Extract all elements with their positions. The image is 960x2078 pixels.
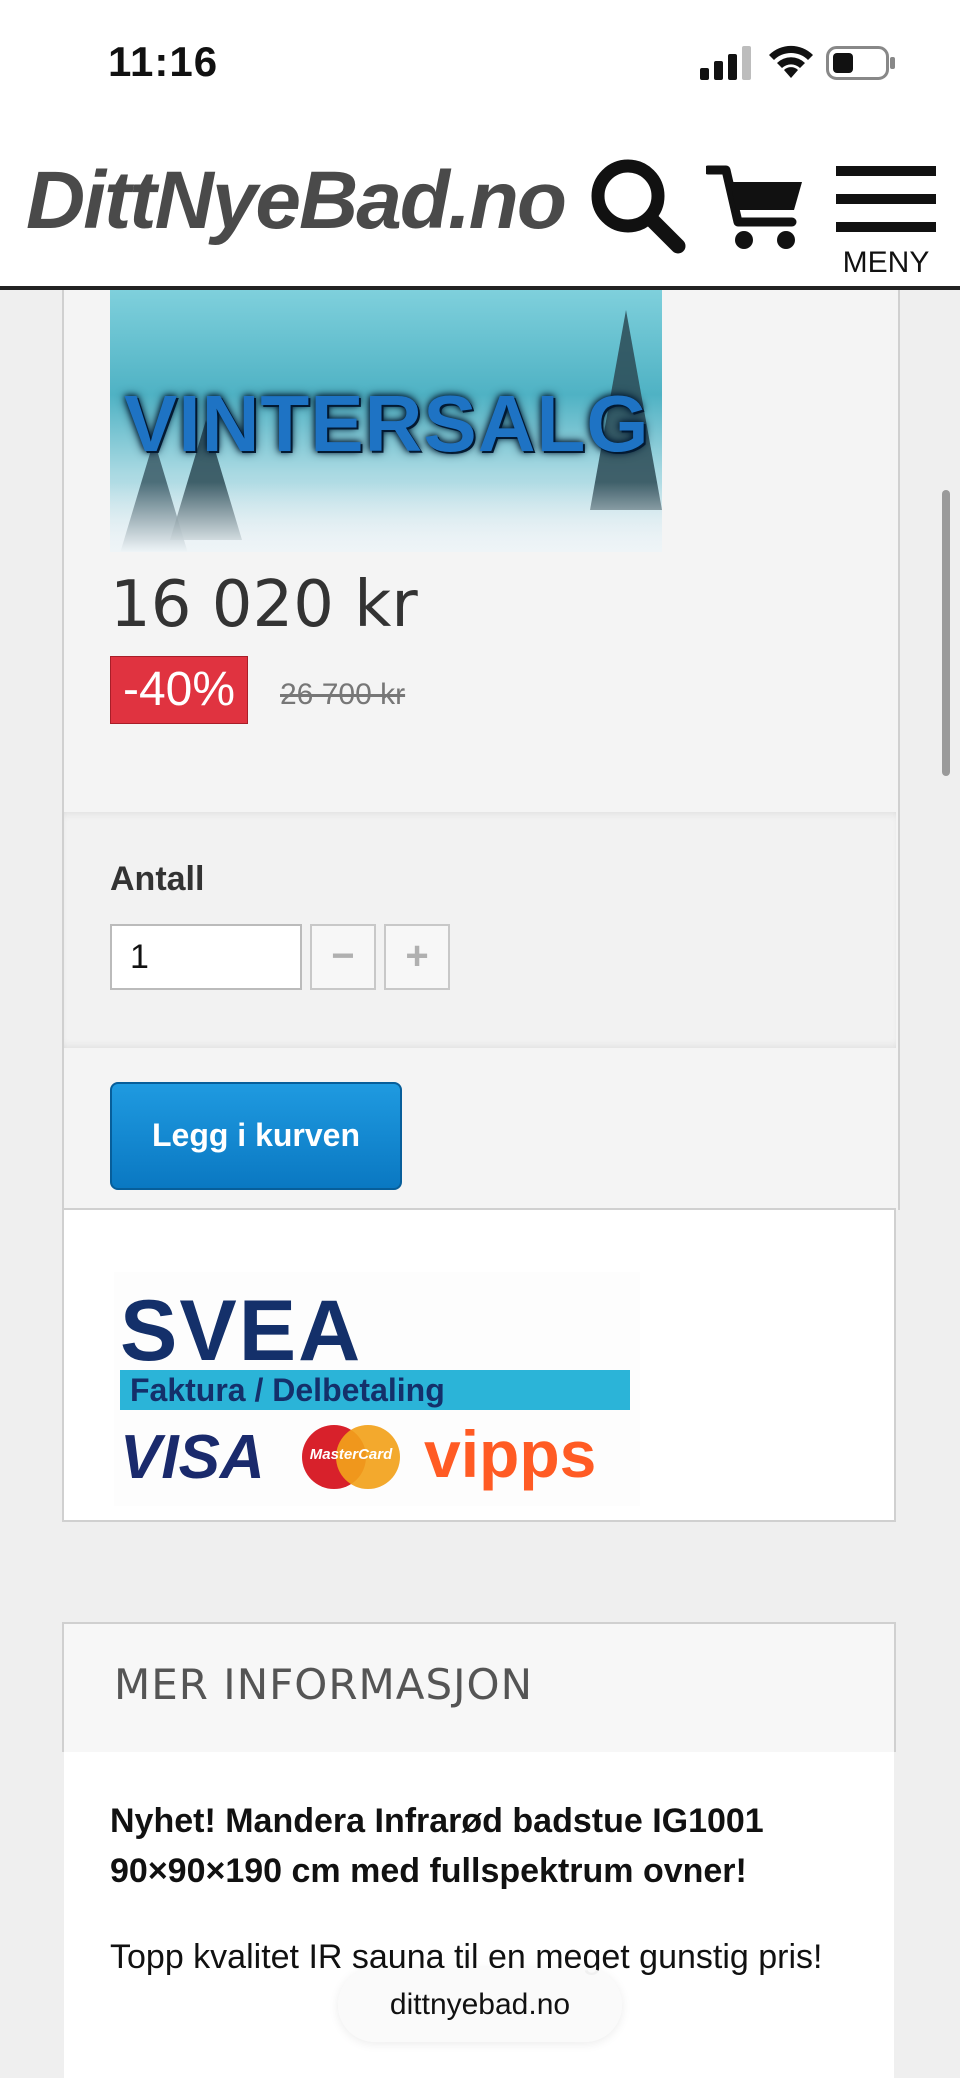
more-info-title[interactable]: MER INFORMASJON [114,1660,533,1709]
menu-label: MENY [842,246,930,279]
quantity-label: Antall [110,860,205,898]
cellular-signal-icon [700,46,751,80]
sale-banner-image: VINTERSALG [110,290,662,552]
vipps-logo: vipps [424,1417,597,1491]
svea-logo: SVEA [120,1283,363,1379]
quantity-increase-button[interactable]: + [384,924,450,990]
description-headline: Nyhet! Mandera Infrarød badstue IG1001 9… [110,1802,764,1890]
quantity-input[interactable]: 1 [110,924,302,990]
product-price: 16 020 kr [110,568,418,642]
mastercard-logo: MasterCard [296,1424,406,1490]
visa-logo: VISA [120,1423,265,1492]
battery-icon [826,46,895,80]
menu-button[interactable]: MENY [836,166,936,279]
site-logo[interactable]: DittNyeBad.no [26,154,567,248]
search-icon[interactable] [588,156,688,256]
status-time: 11:16 [108,38,219,85]
discount-badge: -40% [110,656,248,724]
page-scrollbar[interactable] [942,490,950,776]
status-bar: 11:16 [0,0,960,128]
old-price: 26 700 kr [280,678,406,711]
site-header: DittNyeBad.no MENY [0,128,960,290]
quantity-decrease-button[interactable]: − [310,924,376,990]
svea-subtitle: Faktura / Delbetaling [120,1370,630,1410]
hamburger-icon [836,166,936,176]
add-to-cart-button[interactable]: Legg i kurven [110,1082,402,1190]
cart-icon[interactable] [706,164,806,254]
wifi-icon [769,45,813,78]
browser-url-bar[interactable]: dittnyebad.no [338,1968,622,2042]
banner-text: VINTERSALG [124,379,650,468]
payment-methods-image: SVEA Faktura / Delbetaling VISA MasterCa… [114,1272,640,1506]
